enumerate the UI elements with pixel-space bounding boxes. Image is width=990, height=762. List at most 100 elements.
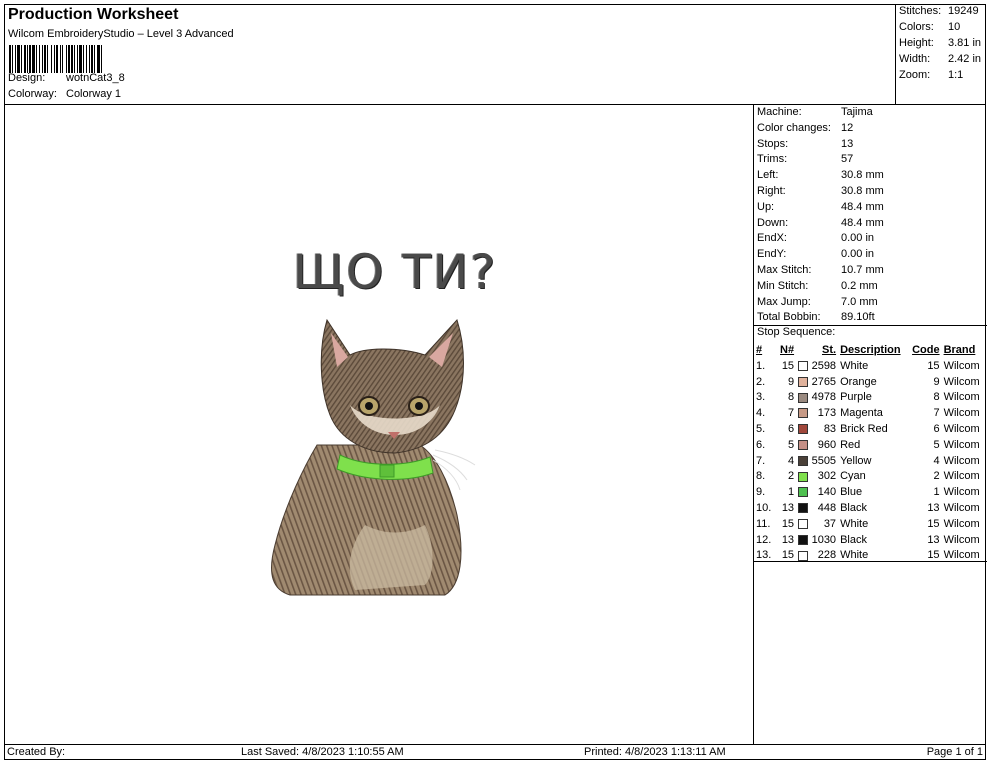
info-label: Max Jump: bbox=[757, 295, 811, 308]
row-code: 15 bbox=[927, 549, 940, 562]
row-stitches: 960 bbox=[817, 438, 837, 451]
col-code: Code bbox=[912, 344, 940, 356]
col-description: Description bbox=[840, 344, 901, 356]
color-swatch bbox=[798, 471, 809, 482]
info-label: Color changes: bbox=[757, 121, 831, 134]
info-value: 7.0 mm bbox=[841, 295, 878, 308]
row-brand: Wilcom bbox=[943, 391, 980, 404]
row-stitches: 4978 bbox=[811, 391, 837, 404]
info-label: Left: bbox=[757, 169, 779, 182]
info-label: Min Stitch: bbox=[757, 279, 809, 292]
row-stitches: 37 bbox=[823, 517, 837, 530]
color-swatch bbox=[798, 550, 809, 561]
swatch-cell bbox=[796, 437, 810, 453]
row-code: 4 bbox=[933, 454, 940, 467]
row-code: 15 bbox=[927, 359, 940, 372]
table-row: 10. 13 448 Black 13 Wilcom bbox=[756, 500, 984, 516]
table-row: 2. 9 2765 Orange 9 Wilcom bbox=[756, 374, 984, 390]
swatch-cell bbox=[796, 421, 810, 437]
row-description: Magenta bbox=[840, 407, 883, 420]
row-index: 10. bbox=[756, 502, 772, 515]
table-row: 12. 13 1030 Black 13 Wilcom bbox=[756, 532, 984, 548]
info-value: 30.8 mm bbox=[841, 169, 884, 182]
machine-info-row: Total Bobbin: 89.10ft bbox=[757, 311, 875, 323]
color-swatch bbox=[798, 424, 809, 435]
row-code: 13 bbox=[927, 533, 940, 546]
table-row: 9. 1 140 Blue 1 Wilcom bbox=[756, 484, 984, 500]
page-number: Page 1 of 1 bbox=[926, 746, 983, 758]
stop-sequence-title: Stop Sequence: bbox=[757, 326, 836, 338]
design-label: Design: bbox=[8, 72, 46, 84]
machine-info-row: Up: 48.4 mm bbox=[757, 201, 884, 213]
color-swatch bbox=[798, 534, 809, 545]
row-stitches: 302 bbox=[817, 470, 837, 483]
row-needle: 15 bbox=[781, 549, 795, 562]
info-value: 13 bbox=[841, 137, 854, 150]
info-label: Machine: bbox=[757, 106, 802, 118]
color-swatch bbox=[798, 376, 809, 387]
printed-date: Printed: 4/8/2023 1:13:11 AM bbox=[584, 746, 726, 758]
info-label: Up: bbox=[757, 200, 775, 213]
page-title: Production Worksheet bbox=[8, 6, 179, 23]
col-index: # bbox=[756, 344, 763, 356]
color-swatch bbox=[798, 487, 809, 498]
color-swatch bbox=[798, 439, 809, 450]
row-stitches: 2765 bbox=[811, 375, 837, 388]
col-brand: Brand bbox=[943, 344, 976, 356]
machine-info-row: Right: 30.8 mm bbox=[757, 185, 884, 197]
row-stitches: 1030 bbox=[811, 533, 837, 546]
machine-info-row: Color changes: 12 bbox=[757, 122, 853, 134]
row-description: Black bbox=[840, 533, 867, 546]
machine-info-row: Trims: 57 bbox=[757, 153, 853, 165]
info-value: 89.10ft bbox=[841, 311, 875, 324]
row-brand: Wilcom bbox=[943, 517, 980, 530]
color-swatch bbox=[798, 360, 809, 371]
row-needle: 8 bbox=[787, 391, 795, 404]
machine-info-row: Stops: 13 bbox=[757, 138, 853, 150]
row-description: White bbox=[840, 517, 869, 530]
info-label: Stops: bbox=[757, 137, 789, 150]
color-swatch bbox=[798, 503, 809, 514]
info-label: EndX: bbox=[757, 232, 787, 245]
info-label: Max Stitch: bbox=[757, 264, 812, 276]
row-needle: 15 bbox=[781, 517, 795, 530]
row-brand: Wilcom bbox=[943, 454, 980, 467]
machine-info-row: EndY: 0.00 in bbox=[757, 248, 874, 260]
row-brand: Wilcom bbox=[943, 502, 980, 515]
colorway-row: Colorway: Colorway 1 bbox=[8, 88, 121, 100]
swatch-cell bbox=[796, 453, 810, 469]
info-value: 0.00 in bbox=[841, 248, 875, 261]
row-index: 7. bbox=[756, 454, 766, 467]
row-brand: Wilcom bbox=[943, 486, 980, 499]
row-needle: 9 bbox=[787, 375, 795, 388]
machine-info-row: Left: 30.8 mm bbox=[757, 169, 884, 181]
row-code: 2 bbox=[933, 470, 940, 483]
table-row: 11. 15 37 White 15 Wilcom bbox=[756, 516, 984, 532]
info-value: 0.2 mm bbox=[841, 279, 878, 292]
swatch-cell bbox=[796, 548, 810, 564]
row-needle: 7 bbox=[787, 407, 795, 420]
worksheet-header: Production Worksheet Wilcom EmbroiderySt… bbox=[4, 4, 895, 105]
table-row: 5. 6 83 Brick Red 6 Wilcom bbox=[756, 421, 984, 437]
row-code: 15 bbox=[927, 517, 940, 530]
color-swatch bbox=[798, 518, 809, 529]
row-brand: Wilcom bbox=[943, 549, 980, 562]
row-index: 5. bbox=[756, 423, 766, 436]
machine-info-row: Machine: Tajima bbox=[757, 106, 873, 118]
swatch-cell bbox=[796, 532, 810, 548]
row-description: Yellow bbox=[840, 454, 872, 467]
color-swatch bbox=[798, 408, 809, 419]
table-row: 8. 2 302 Cyan 2 Wilcom bbox=[756, 469, 984, 485]
row-index: 2. bbox=[756, 375, 766, 388]
colorway-value: Colorway 1 bbox=[66, 88, 122, 100]
info-label: Total Bobbin: bbox=[757, 311, 821, 324]
embroidered-text: ЩО ТИ? bbox=[293, 245, 498, 300]
stop-sequence: Stop Sequence: # N# St. Description Code… bbox=[754, 325, 987, 562]
info-value: 12 bbox=[841, 121, 854, 134]
cat-embroidery-image bbox=[271, 318, 476, 596]
table-row: 4. 7 173 Magenta 7 Wilcom bbox=[756, 405, 984, 421]
row-brand: Wilcom bbox=[943, 359, 980, 372]
machine-info-row: EndX: 0.00 in bbox=[757, 232, 874, 244]
row-description: Black bbox=[840, 502, 867, 515]
row-stitches: 5505 bbox=[811, 454, 837, 467]
